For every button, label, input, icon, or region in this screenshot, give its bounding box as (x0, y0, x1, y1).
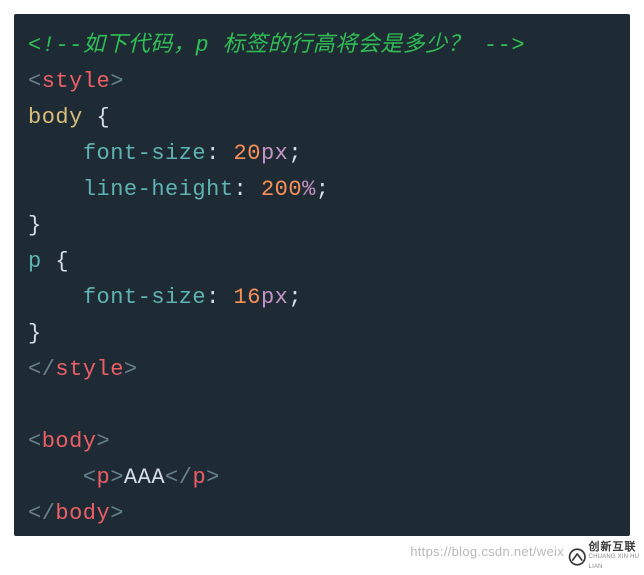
code-line-13: <p>AAA</p> (28, 460, 616, 496)
code-line-6: } (28, 208, 616, 244)
comment-open: <!-- (28, 33, 83, 58)
watermark-text: https://blog.csdn.net/weix (410, 544, 564, 559)
angle-close: > (110, 465, 124, 490)
colon: : (206, 141, 233, 166)
text-aaa: AAA (124, 465, 165, 490)
code-line-2: <style> (28, 64, 616, 100)
code-line-12: <body> (28, 424, 616, 460)
value-16: 16 (234, 285, 261, 310)
angle-close: > (97, 429, 111, 454)
prop-font-size: font-size (83, 285, 206, 310)
unit-px: px (261, 141, 288, 166)
angle-open: </ (28, 501, 55, 526)
comment-close: --> (484, 33, 525, 58)
brand-logo: 创新互联 CHUANG XIN HU LIAN (568, 539, 640, 575)
angle-open: < (28, 429, 42, 454)
angle-open: < (83, 465, 97, 490)
angle-open: </ (165, 465, 192, 490)
brace-close: } (28, 213, 42, 238)
angle-close: > (206, 465, 220, 490)
selector-p: p (28, 249, 42, 274)
brace-open: { (83, 105, 110, 130)
code-line-5: line-height: 200%; (28, 172, 616, 208)
semicolon: ; (288, 141, 302, 166)
tag-p: p (97, 465, 111, 490)
brand-logo-cn: 创新互联 (589, 542, 640, 552)
indent (28, 177, 83, 202)
unit-px: px (261, 285, 288, 310)
code-block: <!--如下代码，p 标签的行高将会是多少？ --> <style> body … (14, 14, 630, 536)
semicolon: ; (288, 285, 302, 310)
prop-line-height: line-height (83, 177, 234, 202)
tag-body: body (55, 501, 110, 526)
angle-open: </ (28, 357, 55, 382)
angle-close: > (110, 501, 124, 526)
code-line-11 (28, 388, 616, 424)
code-line-7: p { (28, 244, 616, 280)
semicolon: ; (316, 177, 330, 202)
code-line-4: font-size: 20px; (28, 136, 616, 172)
indent (28, 285, 83, 310)
code-line-14: </body> (28, 496, 616, 532)
code-line-9: } (28, 316, 616, 352)
prop-font-size: font-size (83, 141, 206, 166)
indent (28, 141, 83, 166)
code-line-8: font-size: 16px; (28, 280, 616, 316)
code-line-1: <!--如下代码，p 标签的行高将会是多少？ --> (28, 28, 616, 64)
code-line-3: body { (28, 100, 616, 136)
code-line-10: </style> (28, 352, 616, 388)
indent (28, 465, 83, 490)
comment-text: 如下代码，p 标签的行高将会是多少？ (83, 33, 470, 58)
blank-line (28, 393, 42, 418)
colon: : (206, 285, 233, 310)
tag-p: p (192, 465, 206, 490)
tag-body: body (42, 429, 97, 454)
tag-style: style (42, 69, 111, 94)
selector-body: body (28, 105, 83, 130)
tag-style: style (55, 357, 124, 382)
brace-open: { (42, 249, 69, 274)
brand-logo-icon (568, 545, 587, 569)
angle-close: > (110, 69, 124, 94)
angle-close: > (124, 357, 138, 382)
value-20: 20 (234, 141, 261, 166)
brand-logo-text: 创新互联 CHUANG XIN HU LIAN (589, 542, 640, 572)
value-200: 200 (261, 177, 302, 202)
angle-open: < (28, 69, 42, 94)
brace-close: } (28, 321, 42, 346)
brand-logo-en: CHUANG XIN HU LIAN (589, 552, 640, 572)
unit-percent: % (302, 177, 316, 202)
colon: : (234, 177, 261, 202)
